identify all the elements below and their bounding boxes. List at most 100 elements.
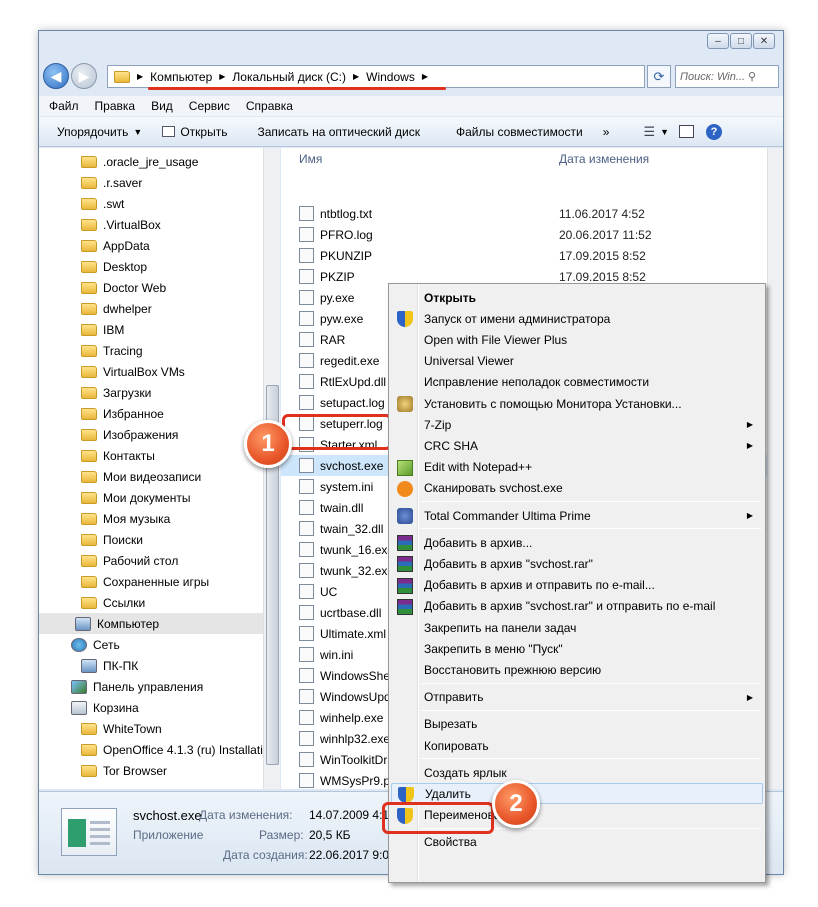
nav-item[interactable]: Мои документы bbox=[81, 487, 190, 508]
open-button[interactable]: Открыть bbox=[152, 117, 237, 146]
context-menu-item[interactable]: Восстановить прежнюю версию bbox=[391, 659, 763, 680]
context-menu-item[interactable]: Копировать bbox=[391, 735, 763, 756]
context-menu-item[interactable]: Добавить в архив "svchost.rar" bbox=[391, 553, 763, 574]
context-menu-item[interactable]: Edit with Notepad++ bbox=[391, 457, 763, 478]
context-menu-item[interactable]: Открыть bbox=[391, 287, 763, 308]
file-icon bbox=[299, 521, 314, 536]
context-menu-item[interactable]: Вырезать bbox=[391, 714, 763, 735]
nav-item[interactable]: ПК-ПК bbox=[81, 655, 138, 676]
breadcrumb-windows[interactable]: Windows bbox=[366, 70, 415, 84]
navigation-scrollbar[interactable] bbox=[263, 148, 280, 789]
burn-button[interactable]: Записать на оптический диск bbox=[237, 117, 430, 146]
nav-item[interactable]: Корзина bbox=[71, 697, 139, 718]
context-menu-item[interactable]: Установить с помощью Монитора Установки.… bbox=[391, 393, 763, 414]
nav-item[interactable]: .oracle_jre_usage bbox=[81, 151, 198, 172]
more-commands-button[interactable]: » bbox=[593, 117, 620, 146]
details-created-label: Дата создания: bbox=[223, 848, 308, 862]
context-menu-item[interactable]: Open with File Viewer Plus bbox=[391, 329, 763, 350]
minimize-button[interactable]: – bbox=[707, 33, 729, 49]
search-input[interactable]: Поиск: Win... ⚲ bbox=[675, 65, 779, 88]
menu-view[interactable]: Вид bbox=[151, 99, 173, 113]
nav-item[interactable]: Панель управления bbox=[71, 676, 203, 697]
context-menu-item[interactable]: Закрепить в меню "Пуск" bbox=[391, 638, 763, 659]
context-menu-item[interactable]: Свойства bbox=[391, 832, 763, 853]
organize-button[interactable]: Упорядочить ▼ bbox=[39, 117, 152, 146]
nav-item-label: Поиски bbox=[103, 532, 143, 547]
back-button[interactable]: ◀ bbox=[43, 63, 69, 89]
refresh-button[interactable]: ⟳ bbox=[647, 65, 671, 88]
context-menu-item[interactable]: CRC SHA ▶ bbox=[391, 435, 763, 456]
nav-item[interactable]: Tor Browser bbox=[81, 760, 167, 781]
folder-icon bbox=[81, 176, 97, 189]
nav-item[interactable]: WhiteTown bbox=[81, 718, 162, 739]
compat-files-button[interactable]: Файлы совместимости bbox=[430, 117, 593, 146]
nav-item[interactable]: .VirtualBox bbox=[81, 214, 161, 235]
forward-button[interactable]: ▶ bbox=[71, 63, 97, 89]
nav-item[interactable]: Контакты bbox=[81, 445, 155, 466]
nav-item[interactable]: .swt bbox=[81, 193, 124, 214]
nav-item[interactable]: Doctor Web bbox=[81, 277, 166, 298]
context-menu-item[interactable]: Создать ярлык bbox=[391, 762, 763, 783]
menu-help[interactable]: Справка bbox=[246, 99, 293, 113]
context-menu-item[interactable]: Total Commander Ultima Prime ▶ bbox=[391, 505, 763, 526]
file-row[interactable]: PFRO.log 20.06.2017 11:52 bbox=[281, 224, 783, 245]
winrar-icon bbox=[397, 577, 413, 594]
nav-item-label: Ссылки bbox=[103, 595, 146, 610]
breadcrumb-local-disk[interactable]: Локальный диск (C:) bbox=[232, 70, 346, 84]
preview-pane-icon bbox=[679, 125, 695, 138]
nav-item[interactable]: OpenOffice 4.1.3 (ru) Installation bbox=[81, 739, 276, 760]
nav-item[interactable]: Мои видеозаписи bbox=[81, 466, 201, 487]
nav-item[interactable]: Сохраненные игры bbox=[81, 571, 209, 592]
view-options-button[interactable]: ☰ ▼ bbox=[639, 117, 673, 146]
context-menu-item[interactable]: 7-Zip ▶ bbox=[391, 414, 763, 435]
nav-item[interactable]: Tracing bbox=[81, 340, 143, 361]
context-menu-item[interactable]: Сканировать svchost.exe bbox=[391, 478, 763, 499]
nav-item[interactable]: Изображения bbox=[81, 424, 178, 445]
nav-item[interactable]: .r.saver bbox=[81, 172, 142, 193]
nav-item[interactable]: VirtualBox VMs bbox=[81, 361, 185, 382]
nav-item[interactable]: Desktop bbox=[81, 256, 147, 277]
nav-item[interactable]: IBM bbox=[81, 319, 124, 340]
nav-item[interactable]: Поиски bbox=[81, 529, 143, 550]
column-name-header[interactable]: Имя bbox=[299, 152, 322, 168]
file-icon bbox=[299, 269, 314, 284]
folder-icon bbox=[81, 449, 97, 462]
breadcrumb-computer[interactable]: Компьютер bbox=[150, 70, 212, 84]
context-menu-label: Удалить bbox=[425, 786, 471, 801]
file-icon bbox=[299, 731, 314, 746]
column-date-header[interactable]: Дата изменения bbox=[559, 152, 649, 168]
context-menu-item[interactable]: Запуск от имени администратора bbox=[391, 308, 763, 329]
close-button[interactable]: ✕ bbox=[753, 33, 775, 49]
nav-item[interactable]: Моя музыка bbox=[81, 508, 170, 529]
nav-item-label: Рабочий стол bbox=[103, 553, 179, 568]
application-icon bbox=[61, 808, 117, 856]
menu-edit[interactable]: Правка bbox=[95, 99, 136, 113]
nav-item[interactable]: Сеть bbox=[71, 634, 120, 655]
context-menu-item[interactable]: Отправить ▶ bbox=[391, 687, 763, 708]
file-row[interactable]: ntbtlog.txt 11.06.2017 4:52 bbox=[281, 203, 783, 224]
nav-item[interactable]: Рабочий стол bbox=[81, 550, 178, 571]
preview-pane-button[interactable] bbox=[673, 117, 700, 146]
context-menu-item[interactable]: Добавить в архив "svchost.rar" и отправи… bbox=[391, 596, 763, 617]
refresh-icon: ⟳ bbox=[653, 68, 665, 84]
context-menu-item[interactable]: Добавить в архив... bbox=[391, 532, 763, 553]
maximize-button[interactable]: □ bbox=[730, 33, 752, 49]
context-menu-item[interactable]: Исправление неполадок совместимости bbox=[391, 372, 763, 393]
help-button[interactable]: ? bbox=[700, 117, 728, 146]
menu-file[interactable]: Файл bbox=[49, 99, 79, 113]
context-menu-item[interactable]: Закрепить на панели задач bbox=[391, 617, 763, 638]
address-bar[interactable]: ▶ Компьютер ▶ Локальный диск (C:) ▶ Wind… bbox=[107, 65, 645, 88]
context-menu-item[interactable]: Добавить в архив и отправить по e-mail..… bbox=[391, 575, 763, 596]
nav-item[interactable]: Компьютер bbox=[39, 613, 263, 634]
file-list-scrollbar[interactable] bbox=[767, 148, 783, 789]
nav-item[interactable]: Загрузки bbox=[81, 382, 151, 403]
nav-item[interactable]: Ссылки bbox=[81, 592, 145, 613]
nav-item[interactable]: AppData bbox=[81, 235, 150, 256]
nav-item-label: Изображения bbox=[103, 427, 179, 442]
nav-item[interactable]: dwhelper bbox=[81, 298, 152, 319]
context-menu-item[interactable]: Universal Viewer bbox=[391, 351, 763, 372]
network-icon bbox=[71, 637, 87, 652]
menu-tools[interactable]: Сервис bbox=[189, 99, 230, 113]
file-row[interactable]: PKUNZIP 17.09.2015 8:52 bbox=[281, 245, 783, 266]
nav-item[interactable]: Избранное bbox=[81, 403, 164, 424]
